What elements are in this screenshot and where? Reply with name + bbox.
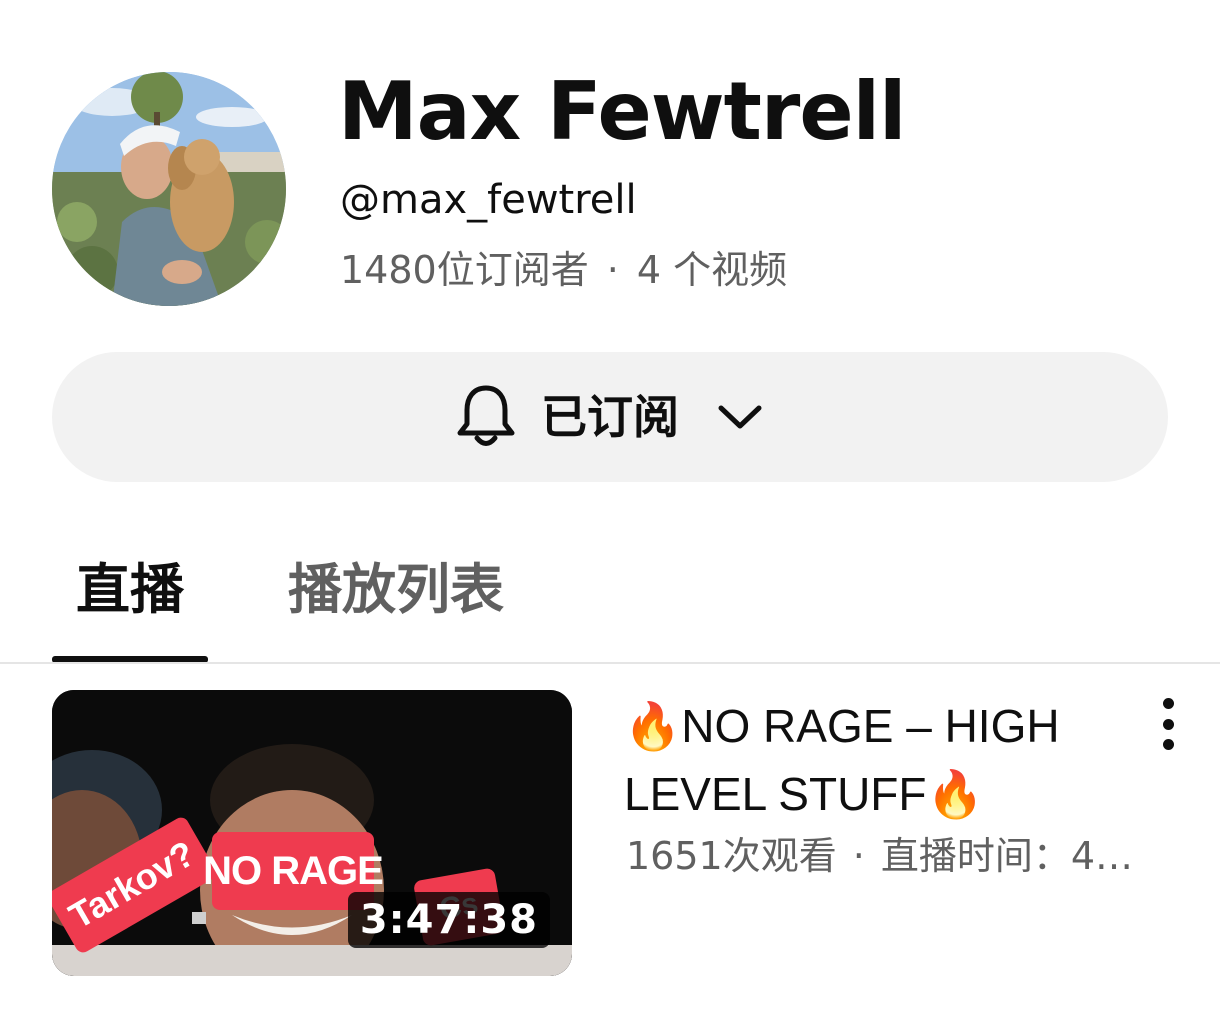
more-vert-icon[interactable] [1148, 696, 1188, 752]
video-duration: 3:47:38 [347, 892, 550, 948]
channel-avatar[interactable] [52, 72, 286, 306]
subscriber-count: 1480位订阅者 [340, 248, 589, 292]
video-thumbnail[interactable]: Tarkov? NO RAGE Cs 3:47:38 [52, 690, 572, 976]
channel-name: Max Fewtrell [338, 65, 906, 158]
bell-icon [457, 385, 515, 446]
tabs-divider [0, 662, 1220, 664]
more-dot [1162, 718, 1174, 730]
video-views: 1651次观看 [626, 834, 837, 878]
channel-stats: 1480位订阅者 · 4 个视频 [340, 242, 787, 298]
avatar-photo [52, 72, 286, 306]
channel-tabs: 直播 播放列表 [0, 540, 1220, 664]
video-streamed-time: 直播时间：4… [880, 834, 1133, 878]
channel-handle: @max_fewtrell [340, 177, 637, 223]
channel-page: Max Fewtrell @max_fewtrell 1480位订阅者 · 4 个视… [0, 0, 1220, 1013]
video-meta: 1651次观看 · 直播时间：4… [626, 828, 1186, 884]
video-title[interactable]: 🔥NO RAGE – HIGH LEVEL STUFF🔥 [624, 692, 1124, 828]
subscribed-label: 已订阅 [541, 390, 679, 444]
video-count: 4 个视频 [636, 248, 788, 292]
more-dot [1162, 698, 1174, 709]
tab-live[interactable]: 直播 [76, 550, 184, 630]
meta-separator: · [852, 834, 865, 878]
tab-playlists[interactable]: 播放列表 [288, 550, 504, 630]
more-dot [1162, 739, 1174, 750]
stats-separator: · [606, 248, 619, 292]
subscribed-button[interactable]: 已订阅 [52, 352, 1168, 482]
chevron-down-icon [718, 405, 762, 429]
